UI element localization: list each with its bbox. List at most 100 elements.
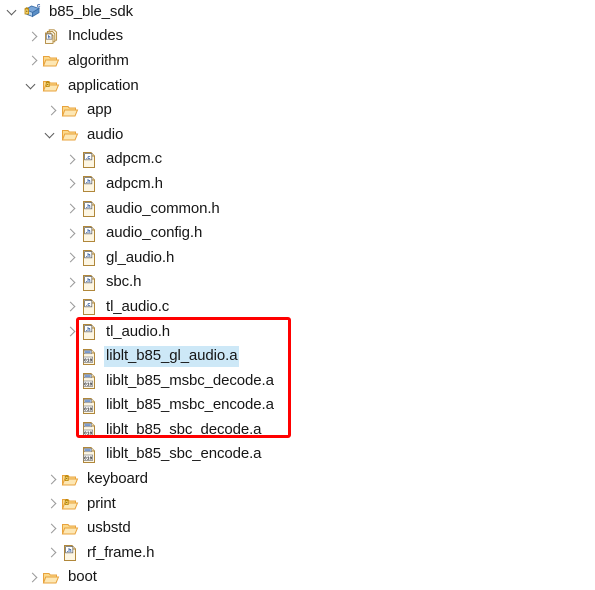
tree-row[interactable]: .h audio_config.h (0, 221, 595, 246)
tree-item-label: print (87, 494, 116, 512)
tree-row[interactable]: .h rf_frame.h (0, 541, 595, 566)
svg-text:010: 010 (84, 406, 93, 412)
c-file-icon: .c (80, 151, 98, 169)
folder-icon (61, 520, 79, 538)
archive-file-icon: 010 (80, 348, 98, 366)
svg-text:.h: .h (86, 228, 91, 234)
h-file-icon: .h (80, 274, 98, 292)
chevron-right-icon[interactable] (62, 275, 78, 291)
tree-row[interactable]: 010 liblt_b85_sbc_encode.a (0, 443, 595, 468)
tree-item-label: Includes (68, 27, 124, 45)
tree-item-label: audio_config.h (106, 224, 203, 242)
tree-row[interactable]: audio (0, 123, 595, 148)
tree-item-label: sbc.h (106, 273, 142, 291)
tree-item-label: liblt_b85_msbc_encode.a (106, 396, 274, 414)
chevron-right-icon[interactable] (62, 152, 78, 168)
c-project-warning-icon: c (23, 3, 41, 21)
tree-item-label: liblt_b85_msbc_decode.a (106, 371, 274, 389)
tree-item-label: gl_audio.h (106, 248, 175, 266)
folder-icon (61, 102, 79, 120)
chevron-right-icon[interactable] (24, 53, 40, 69)
tree-row[interactable]: h Includes (0, 25, 595, 50)
tree-row[interactable]: .h audio_common.h (0, 197, 595, 222)
tree-row[interactable]: .c tl_audio.c (0, 295, 595, 320)
svg-text:h: h (48, 34, 51, 40)
h-file-icon: .h (80, 323, 98, 341)
folder-icon (42, 52, 60, 70)
chevron-down-icon[interactable] (24, 78, 40, 94)
tree-row[interactable]: .h sbc.h (0, 271, 595, 296)
chevron-right-icon[interactable] (24, 570, 40, 586)
tree-item-label: app (87, 101, 112, 119)
tree-row[interactable]: 010 liblt_b85_sbc_decode.a (0, 418, 595, 443)
folder-warning-icon (61, 471, 79, 489)
svg-text:010: 010 (84, 357, 93, 363)
folder-icon (61, 126, 79, 144)
tree-row[interactable]: app (0, 98, 595, 123)
h-file-icon: .h (80, 200, 98, 218)
svg-text:.c: .c (86, 155, 91, 161)
h-file-icon: .h (61, 544, 79, 562)
tree-item-label: rf_frame.h (87, 543, 155, 561)
svg-text:c: c (37, 4, 41, 10)
tree-row[interactable]: algorithm (0, 49, 595, 74)
tree-item-label: keyboard (87, 470, 148, 488)
tree-row[interactable]: .h gl_audio.h (0, 246, 595, 271)
tree-item-label: tl_audio.h (106, 322, 171, 340)
svg-text:.h: .h (86, 179, 91, 185)
chevron-right-icon[interactable] (62, 201, 78, 217)
tree-row[interactable]: 010 liblt_b85_gl_audio.a (0, 344, 595, 369)
svg-text:.h: .h (67, 548, 72, 554)
tree-item-label: adpcm.h (106, 174, 163, 192)
tree-item-label: b85_ble_sdk (49, 2, 133, 20)
svg-text:.h: .h (86, 253, 91, 259)
tree-item-label: audio (87, 125, 124, 143)
chevron-down-icon[interactable] (5, 4, 21, 20)
chevron-right-icon[interactable] (43, 521, 59, 537)
svg-text:010: 010 (84, 431, 93, 437)
chevron-right-icon[interactable] (43, 496, 59, 512)
folder-warning-icon (42, 77, 60, 95)
chevron-down-icon[interactable] (43, 127, 59, 143)
tree-item-label: liblt_b85_sbc_decode.a (106, 420, 262, 438)
c-file-icon: .c (80, 298, 98, 316)
tree-row[interactable]: keyboard (0, 467, 595, 492)
h-file-icon: .h (80, 225, 98, 243)
tree-row[interactable]: .h adpcm.h (0, 172, 595, 197)
tree-item-label: boot (68, 568, 97, 586)
svg-text:010: 010 (84, 455, 93, 461)
tree-row[interactable]: 010 liblt_b85_msbc_encode.a (0, 394, 595, 419)
svg-text:.h: .h (86, 278, 91, 284)
chevron-right-icon[interactable] (62, 226, 78, 242)
h-file-icon: .h (80, 249, 98, 267)
chevron-right-icon[interactable] (62, 299, 78, 315)
svg-text:.c: .c (86, 302, 91, 308)
tree-row[interactable]: 010 liblt_b85_msbc_decode.a (0, 369, 595, 394)
chevron-right-icon[interactable] (62, 324, 78, 340)
chevron-right-icon[interactable] (43, 545, 59, 561)
tree-row[interactable]: print (0, 492, 595, 517)
tree-row[interactable]: boot (0, 566, 595, 590)
tree-row[interactable]: .h tl_audio.h (0, 320, 595, 345)
tree-row[interactable]: application (0, 74, 595, 99)
tree-item-label: usbstd (87, 519, 131, 537)
chevron-right-icon[interactable] (24, 29, 40, 45)
chevron-right-icon[interactable] (62, 250, 78, 266)
archive-file-icon: 010 (80, 446, 98, 464)
project-explorer-tree[interactable]: c b85_ble_sdkh Includes algorithm applicatio… (0, 0, 595, 585)
includes-icon: h (42, 28, 60, 46)
chevron-right-icon[interactable] (43, 472, 59, 488)
svg-text:.h: .h (86, 204, 91, 210)
archive-file-icon: 010 (80, 397, 98, 415)
tree-row[interactable]: c b85_ble_sdk (0, 0, 595, 25)
tree-row[interactable]: .c adpcm.c (0, 148, 595, 173)
chevron-right-icon[interactable] (43, 103, 59, 119)
folder-icon (42, 569, 60, 587)
h-file-icon: .h (80, 175, 98, 193)
tree-row[interactable]: usbstd (0, 516, 595, 541)
folder-warning-icon (61, 495, 79, 513)
archive-file-icon: 010 (80, 372, 98, 390)
chevron-right-icon[interactable] (62, 176, 78, 192)
tree-item-label: liblt_b85_gl_audio.a (104, 346, 240, 368)
archive-file-icon: 010 (80, 421, 98, 439)
